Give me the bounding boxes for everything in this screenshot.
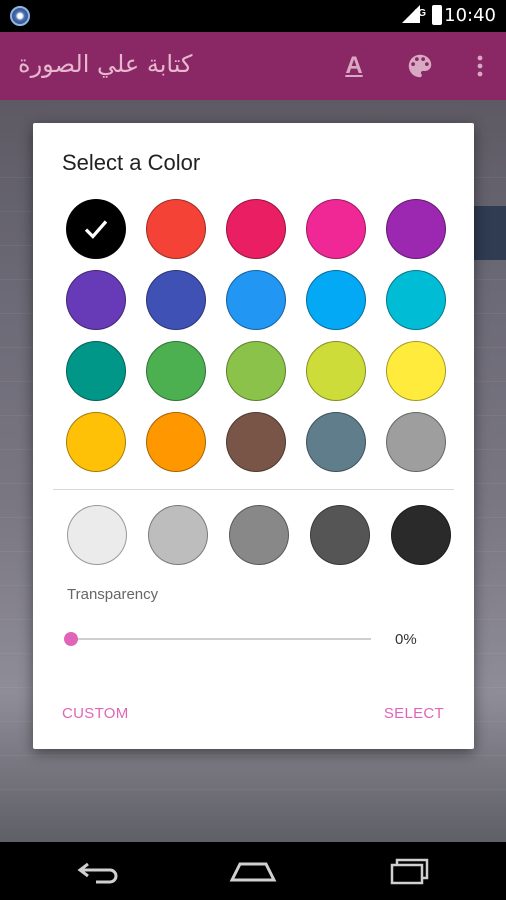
custom-button[interactable]: CUSTOM <box>62 705 129 722</box>
color-swatch[interactable] <box>386 341 446 401</box>
gray-swatch[interactable] <box>148 505 208 565</box>
dialog-title: Select a Color <box>62 150 201 175</box>
back-icon[interactable] <box>68 854 128 890</box>
color-swatch[interactable] <box>66 341 126 401</box>
overflow-menu-icon[interactable] <box>462 48 498 84</box>
color-swatch[interactable] <box>66 270 126 330</box>
check-icon <box>84 220 108 239</box>
signal-icon <box>402 5 420 23</box>
color-swatch[interactable] <box>146 199 206 259</box>
color-swatch[interactable] <box>386 270 446 330</box>
color-swatch[interactable] <box>66 199 126 259</box>
navigation-bar <box>0 842 506 900</box>
color-swatch[interactable] <box>386 412 446 472</box>
gray-swatch[interactable] <box>229 505 289 565</box>
app-toolbar: كتابة علي الصورة A <box>0 32 506 100</box>
clock: 10:40 <box>444 5 496 26</box>
color-swatch[interactable] <box>146 270 206 330</box>
gray-swatch[interactable] <box>391 505 451 565</box>
status-bar: 4G 10:40 <box>0 0 506 32</box>
color-swatch[interactable] <box>226 270 286 330</box>
transparency-value: 0% <box>395 631 417 648</box>
color-swatch[interactable] <box>226 412 286 472</box>
color-swatch[interactable] <box>306 270 366 330</box>
color-swatch[interactable] <box>386 199 446 259</box>
color-picker-dialog: Select a Color Transparency 0% CUSTOM SE… <box>33 123 474 749</box>
palette-icon[interactable] <box>402 48 438 84</box>
color-swatch[interactable] <box>226 199 286 259</box>
satellite-app-icon <box>10 6 30 26</box>
select-button[interactable]: SELECT <box>384 705 444 722</box>
recent-apps-icon[interactable] <box>380 854 440 890</box>
transparency-label: Transparency <box>67 586 159 603</box>
gray-swatch[interactable] <box>310 505 370 565</box>
color-swatch[interactable] <box>146 341 206 401</box>
battery-icon <box>432 5 442 25</box>
color-swatch[interactable] <box>306 199 366 259</box>
color-swatch[interactable] <box>66 412 126 472</box>
text-format-icon[interactable]: A <box>336 48 372 84</box>
transparency-slider-thumb[interactable] <box>64 632 78 646</box>
text-overlay-fragment <box>472 206 506 260</box>
transparency-slider-track[interactable] <box>71 638 371 640</box>
app-title: كتابة علي الصورة <box>18 50 193 78</box>
home-icon[interactable] <box>223 854 283 890</box>
gray-swatch[interactable] <box>67 505 127 565</box>
color-swatch[interactable] <box>146 412 206 472</box>
color-swatch[interactable] <box>306 341 366 401</box>
color-swatch[interactable] <box>226 341 286 401</box>
divider <box>53 489 454 490</box>
color-swatch[interactable] <box>306 412 366 472</box>
